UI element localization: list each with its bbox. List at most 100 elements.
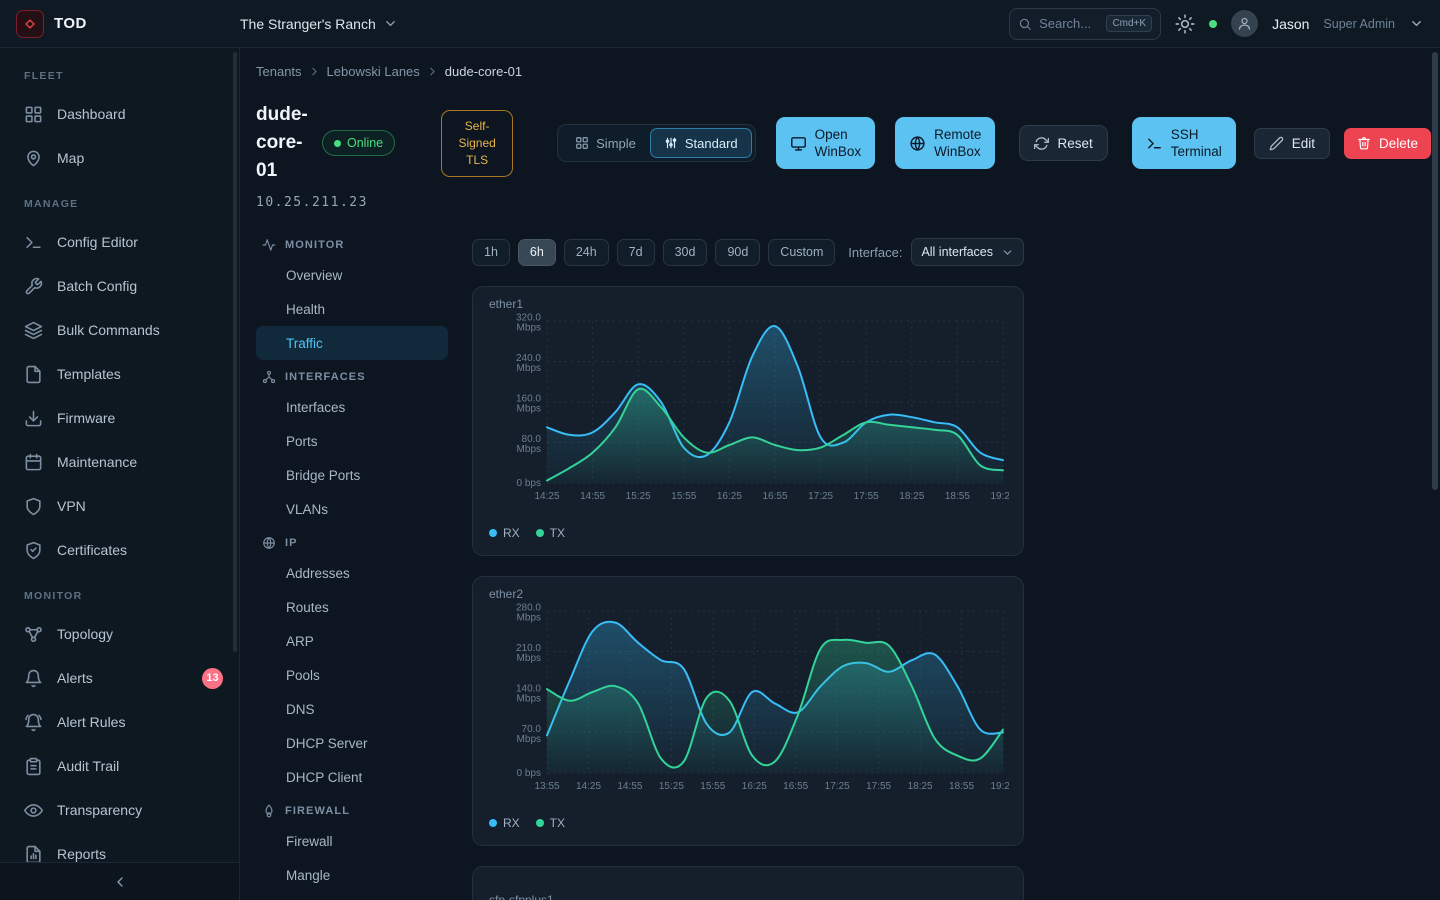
subnav-item-health[interactable]: Health xyxy=(256,292,448,326)
range-6h[interactable]: 6h xyxy=(518,239,556,266)
delete-button[interactable]: Delete xyxy=(1344,128,1431,159)
subnav-item-arp[interactable]: ARP xyxy=(256,624,448,658)
range-custom[interactable]: Custom xyxy=(768,239,835,266)
subnav-item-interfaces[interactable]: Interfaces xyxy=(256,390,448,424)
legend-label: RX xyxy=(503,526,520,540)
view-mode-standard[interactable]: Standard xyxy=(650,128,752,158)
legend-label: TX xyxy=(550,526,565,540)
connection-status-dot xyxy=(1209,20,1217,28)
wrench-icon xyxy=(24,277,43,296)
subnav-item-dns[interactable]: DNS xyxy=(256,692,448,726)
svg-text:15:25: 15:25 xyxy=(659,781,684,792)
svg-text:16:25: 16:25 xyxy=(717,491,742,502)
sliders-icon xyxy=(664,136,678,150)
subnav-item-routes[interactable]: Routes xyxy=(256,590,448,624)
search-input[interactable] xyxy=(1039,16,1099,31)
sidebar-item-alerts[interactable]: Alerts 13 xyxy=(0,656,239,700)
legend-label: TX xyxy=(550,816,565,830)
sidebar-scrollbar[interactable] xyxy=(233,52,237,652)
chart-legend: RX TX xyxy=(489,816,1007,830)
range-24h[interactable]: 24h xyxy=(564,239,609,266)
svg-text:18:25: 18:25 xyxy=(908,781,933,792)
subnav-item-dhcp-server[interactable]: DHCP Server xyxy=(256,726,448,760)
legend-tx[interactable]: TX xyxy=(536,526,565,540)
remote-winbox-button[interactable]: Remote WinBox xyxy=(895,117,995,169)
legend-tx[interactable]: TX xyxy=(536,816,565,830)
subnav-item-bridge-ports[interactable]: Bridge Ports xyxy=(256,458,448,492)
network-icon xyxy=(262,370,276,384)
report-icon xyxy=(24,845,43,864)
svg-text:16:25: 16:25 xyxy=(742,781,767,792)
subnav-item-overview[interactable]: Overview xyxy=(256,258,448,292)
device-header: dude-core-01 Online Self-Signed TLS Simp… xyxy=(256,101,1440,185)
legend-rx[interactable]: RX xyxy=(489,526,520,540)
range-7d[interactable]: 7d xyxy=(617,239,655,266)
subnav-item-pools[interactable]: Pools xyxy=(256,658,448,692)
theme-sun-icon[interactable] xyxy=(1175,14,1195,34)
svg-text:18:25: 18:25 xyxy=(899,491,924,502)
interface-label: Interface: xyxy=(848,245,902,260)
time-range-group: 1h 6h 24h 7d 30d 90d Custom xyxy=(472,239,835,266)
diamond-logo-icon xyxy=(22,16,38,32)
subnav-item-addresses[interactable]: Addresses xyxy=(256,556,448,590)
sidebar-item-dashboard[interactable]: Dashboard xyxy=(0,92,239,136)
sidebar-item-map[interactable]: Map xyxy=(0,136,239,180)
sidebar-item-maintenance[interactable]: Maintenance xyxy=(0,440,239,484)
ssh-terminal-button[interactable]: SSH Terminal xyxy=(1132,117,1236,169)
svg-text:17:25: 17:25 xyxy=(808,491,833,502)
breadcrumb-tenant[interactable]: Lebowski Lanes xyxy=(327,64,420,79)
device-subnav: MONITOR Overview Health Traffic INTERFAC… xyxy=(256,232,448,900)
view-mode-simple[interactable]: Simple xyxy=(561,128,650,158)
pencil-icon xyxy=(1269,136,1284,151)
avatar[interactable] xyxy=(1231,10,1258,37)
sidebar-item-vpn[interactable]: VPN xyxy=(0,484,239,528)
tenant-selector[interactable]: The Stranger's Ranch xyxy=(240,16,398,32)
svg-text:19:25: 19:25 xyxy=(990,781,1009,792)
sidebar-item-batch-config[interactable]: Batch Config xyxy=(0,264,239,308)
sidebar-item-alert-rules[interactable]: Alert Rules xyxy=(0,700,239,744)
sidebar-item-firmware[interactable]: Firmware xyxy=(0,396,239,440)
window-scrollbar[interactable] xyxy=(1432,52,1438,490)
sidebar-item-transparency[interactable]: Transparency xyxy=(0,788,239,832)
app-logo[interactable] xyxy=(16,10,44,38)
sidebar-item-audit-trail[interactable]: Audit Trail xyxy=(0,744,239,788)
subnav-item-dhcp-client[interactable]: DHCP Client xyxy=(256,760,448,794)
range-90d[interactable]: 90d xyxy=(715,239,760,266)
calendar-icon xyxy=(24,453,43,472)
legend-rx[interactable]: RX xyxy=(489,816,520,830)
breadcrumb-tenants[interactable]: Tenants xyxy=(256,64,302,79)
subnav-item-addr-lists[interactable]: Addr Lists xyxy=(256,892,448,900)
subnav-item-firewall[interactable]: Firewall xyxy=(256,824,448,858)
sidebar-collapse[interactable] xyxy=(0,862,239,900)
traffic-panel: 1h 6h 24h 7d 30d 90d Custom Interface: A… xyxy=(472,232,1024,900)
sidebar-section-fleet: FLEET xyxy=(0,70,239,84)
sidebar-item-bulk-commands[interactable]: Bulk Commands xyxy=(0,308,239,352)
subnav-item-mangle[interactable]: Mangle xyxy=(256,858,448,892)
traffic-chart-ether2[interactable]: 280.0Mbps210.0Mbps140.0Mbps70.0Mbps0 bps… xyxy=(489,603,1007,814)
chart-title: sfp-sfpplus1 xyxy=(489,893,1007,900)
sidebar-item-label: VPN xyxy=(57,498,86,514)
sidebar-item-topology[interactable]: Topology xyxy=(0,612,239,656)
user-menu-chevron-icon[interactable] xyxy=(1409,16,1424,31)
open-winbox-button[interactable]: Open WinBox xyxy=(776,117,876,169)
subnav-item-vlans[interactable]: VLANs xyxy=(256,492,448,526)
sidebar-item-templates[interactable]: Templates xyxy=(0,352,239,396)
traffic-chart-ether1[interactable]: 320.0Mbps240.0Mbps160.0Mbps80.0Mbps0 bps… xyxy=(489,313,1007,524)
trash-icon xyxy=(1357,136,1371,150)
interface-select[interactable]: All interfaces xyxy=(911,238,1024,266)
edit-button[interactable]: Edit xyxy=(1254,128,1330,159)
button-label: Remote xyxy=(934,127,981,142)
subnav-item-ports[interactable]: Ports xyxy=(256,424,448,458)
search-box[interactable]: Cmd+K xyxy=(1009,8,1161,40)
range-30d[interactable]: 30d xyxy=(663,239,708,266)
monitor-icon xyxy=(790,135,807,152)
sidebar-section-monitor: MONITOR xyxy=(0,590,239,604)
subnav-item-traffic[interactable]: Traffic xyxy=(256,326,448,360)
sidebar-item-certificates[interactable]: Certificates xyxy=(0,528,239,572)
button-label: WinBox xyxy=(934,144,981,159)
svg-text:18:55: 18:55 xyxy=(949,781,974,792)
sidebar-item-config-editor[interactable]: Config Editor xyxy=(0,220,239,264)
reset-button[interactable]: Reset xyxy=(1019,125,1107,161)
svg-text:14:25: 14:25 xyxy=(576,781,601,792)
range-1h[interactable]: 1h xyxy=(472,239,510,266)
